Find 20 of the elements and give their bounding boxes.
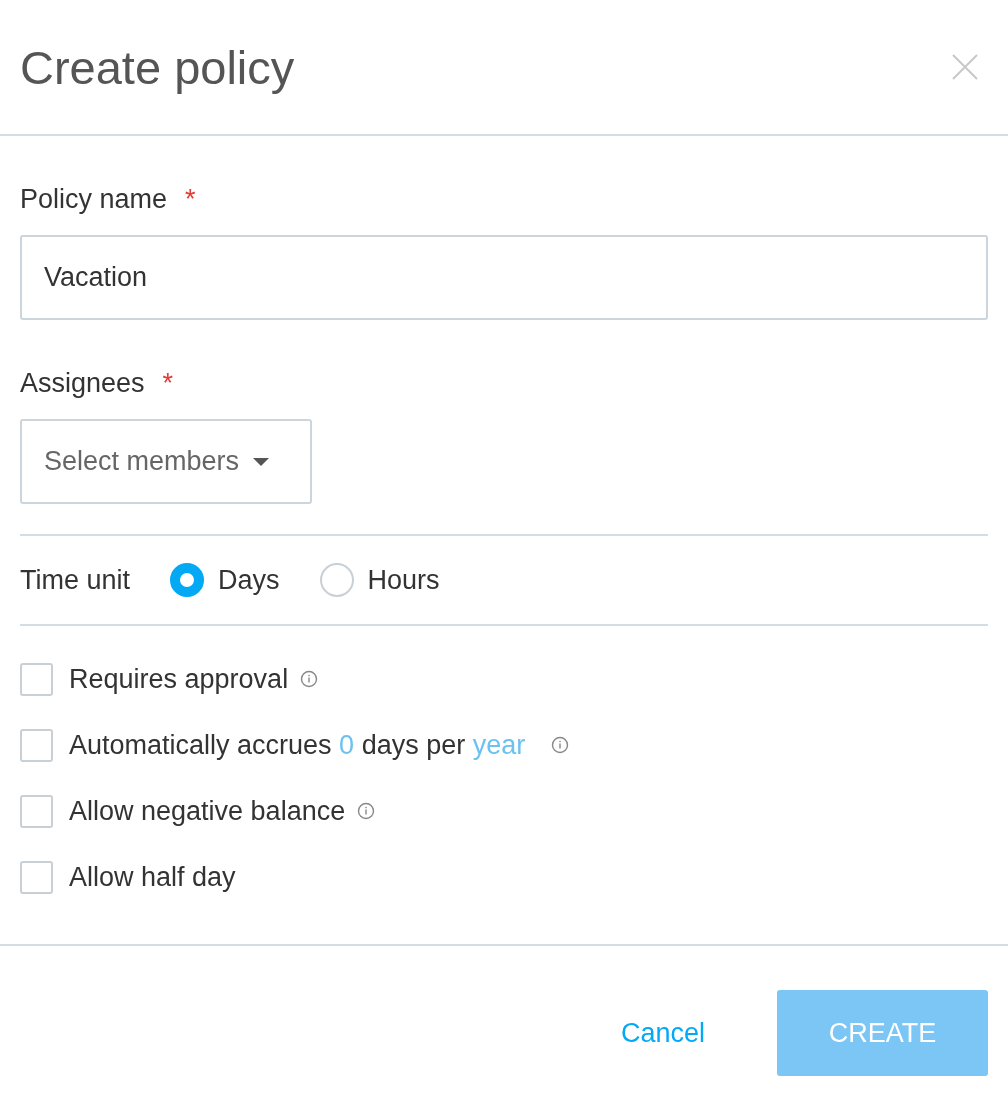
required-mark: * [185,184,196,215]
field-label: Policy name [20,184,168,215]
field-label: Assignees [20,368,145,399]
option-label: Allow negative balance [69,795,346,827]
checkbox[interactable] [20,728,53,762]
radio-option[interactable]: Days [170,563,280,597]
caret-icon [253,457,270,466]
option-label: Allow half day [69,861,236,893]
required-mark: * [162,368,174,399]
checkbox[interactable] [20,860,53,894]
policy-name-field[interactable]: Vacation [20,235,988,320]
option-label: Requires approval [69,663,289,695]
time-unit-label: Time unit [20,564,131,596]
close-icon[interactable] [952,54,978,80]
dialog-title: Create policy [20,39,295,95]
checkbox[interactable] [20,662,53,696]
radio-option[interactable]: Hours [319,563,440,597]
members-dropdown[interactable]: Select members [20,419,312,504]
option-label: Automatically accrues 0 days per year [69,729,526,761]
checkbox[interactable] [20,794,53,828]
